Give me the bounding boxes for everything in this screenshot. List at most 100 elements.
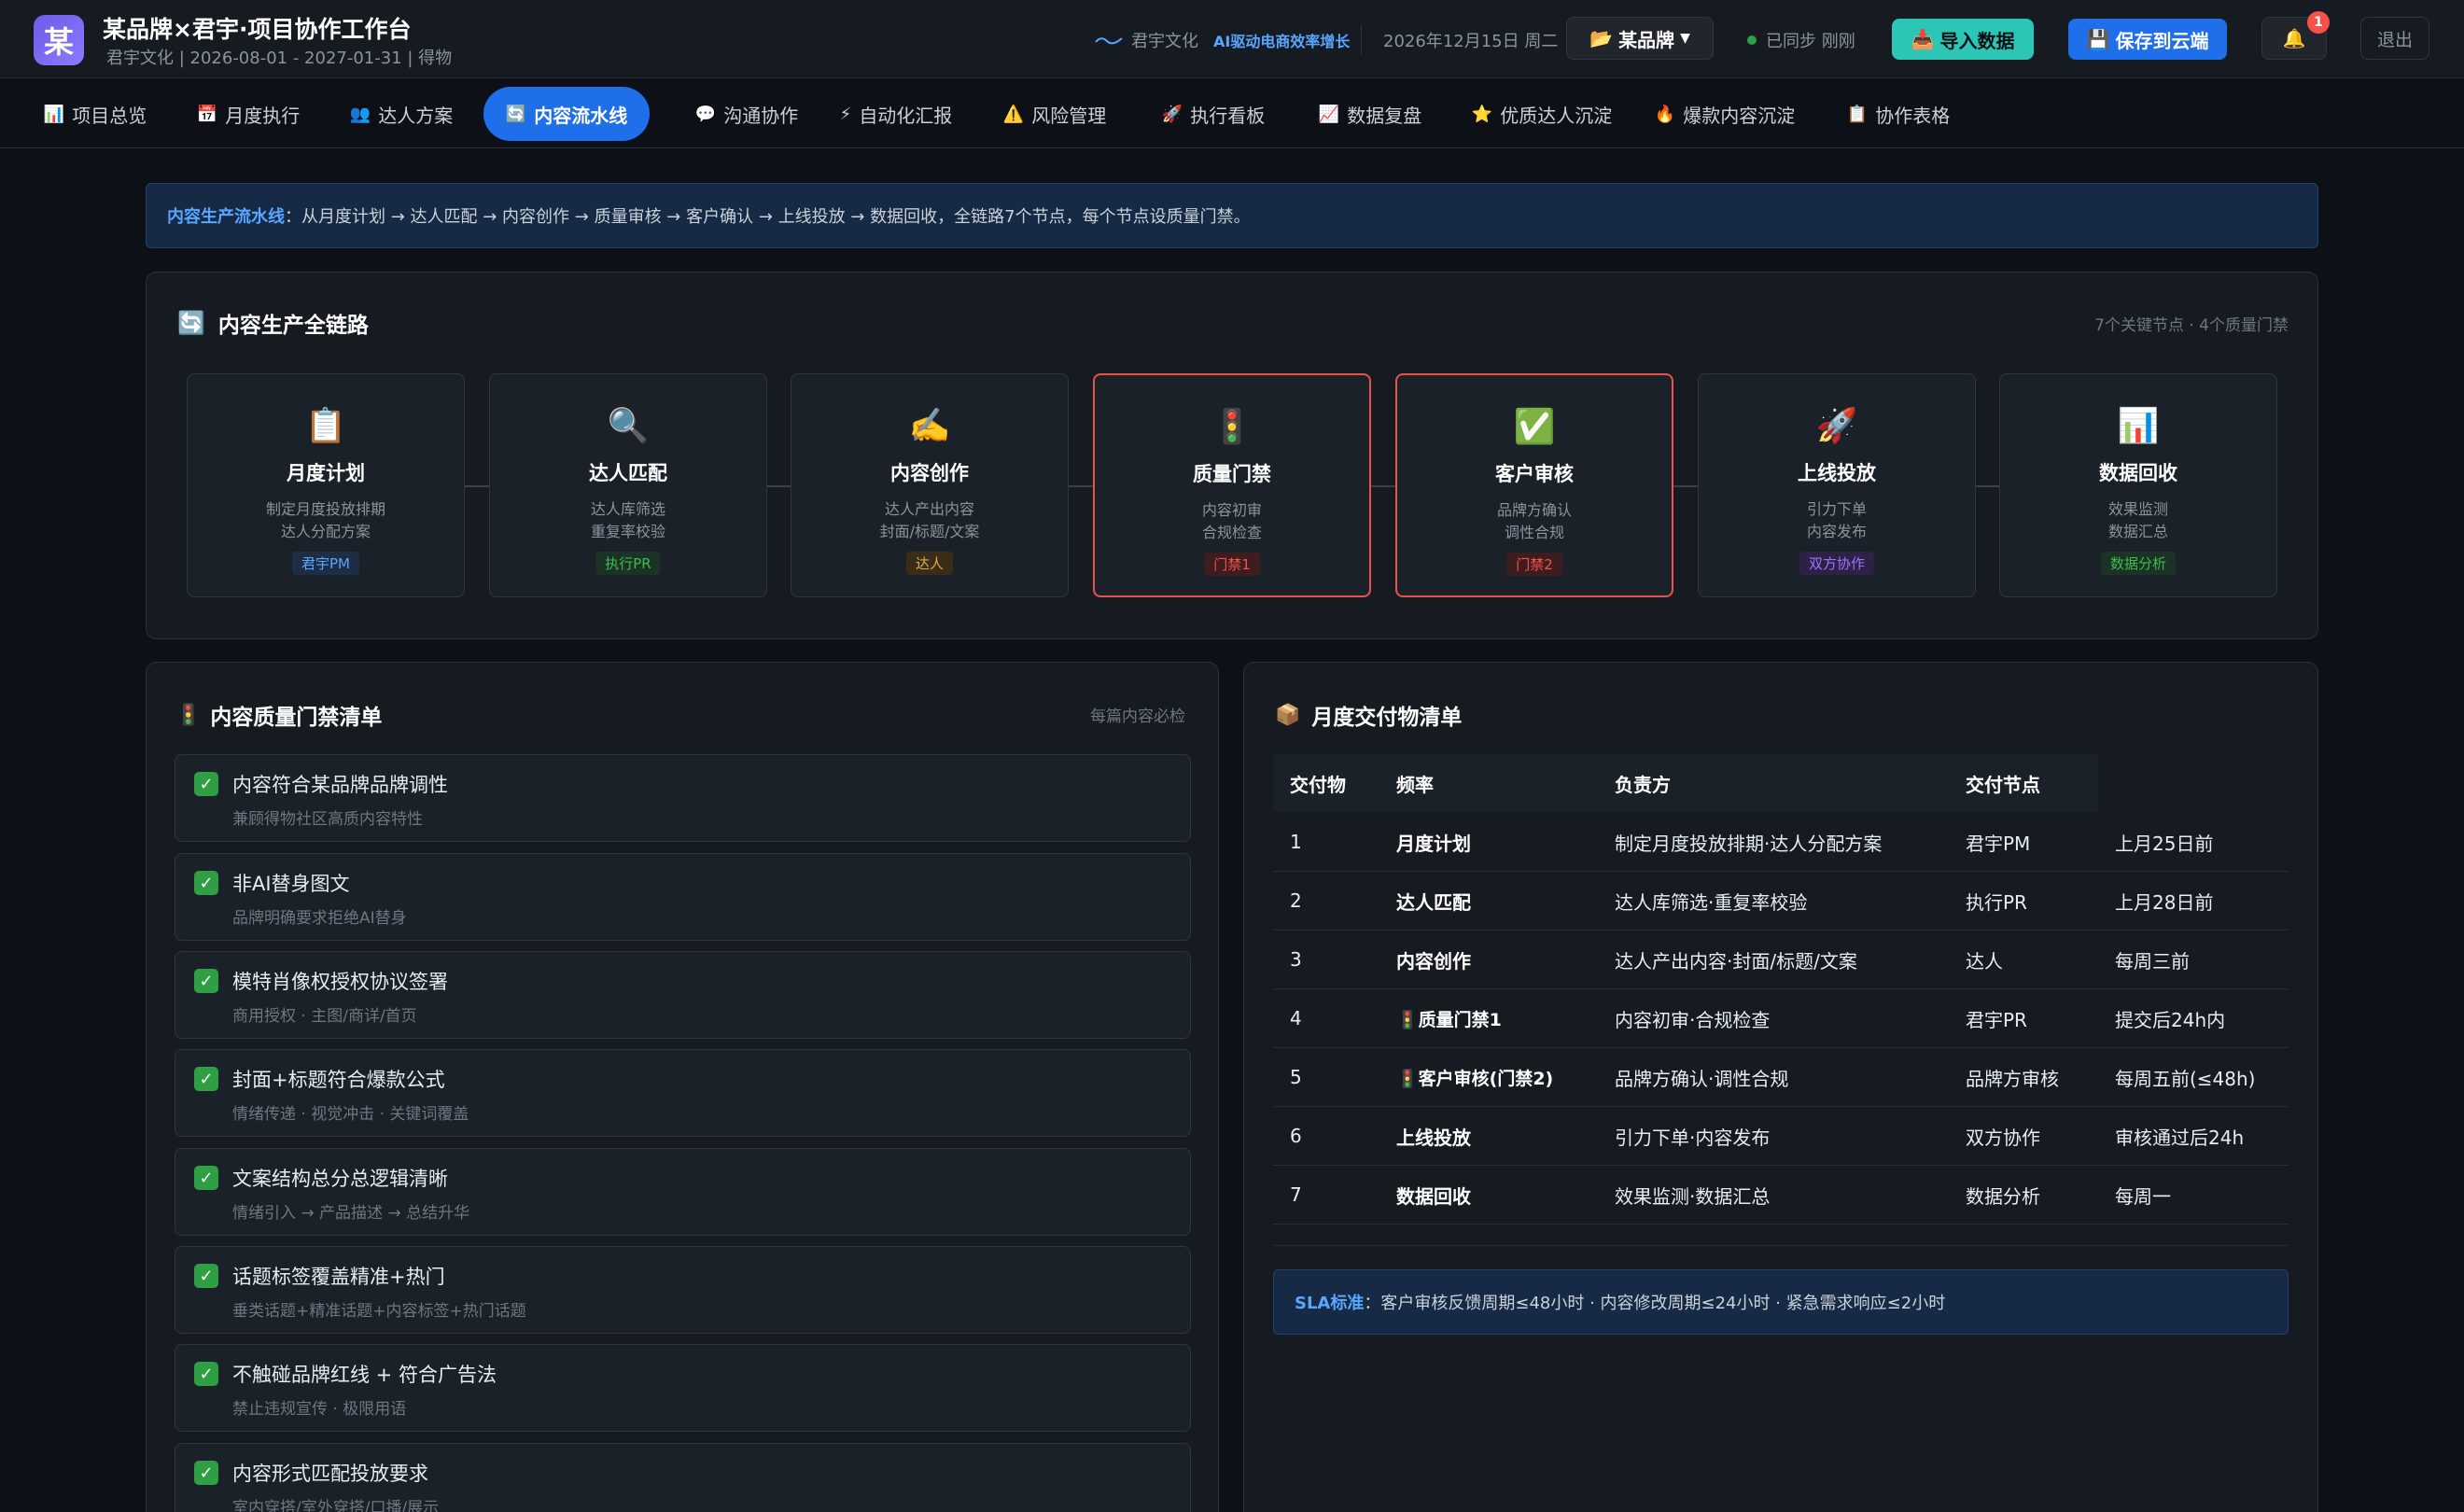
quality-title: 🚦 内容质量门禁清单 <box>175 699 382 731</box>
node-desc: 品牌方确认 <box>1496 501 1572 519</box>
node-desc: 调性合规 <box>1504 524 1564 541</box>
brand-select[interactable]: 📂 某品牌 ▼ <box>1566 17 1714 60</box>
node-desc: 封面/标题/文案 <box>879 523 980 540</box>
pipeline-node[interactable]: 📊 数据回收 效果监测 数据汇总 数据分析 <box>1999 373 2277 597</box>
save-cloud-button[interactable]: 💾 保存到云端 <box>2068 19 2227 60</box>
node-owner-tag: 双方协作 <box>1799 552 1875 575</box>
sla-lead: SLA标准 <box>1295 1294 1365 1313</box>
tab-top-influencers[interactable]: ⭐ 优质达人沉淀 <box>1460 87 1624 141</box>
checkbox-checked-icon[interactable]: ✓ <box>194 871 218 895</box>
cell-deadline: 每周三前 <box>2115 949 2190 973</box>
tab-label: 内容流水线 <box>534 104 628 127</box>
company-slogan: AI驱动电商效率增长 <box>1213 33 1351 50</box>
tab-collab-table[interactable]: 📋 协作表格 <box>1835 87 1962 141</box>
cell-owner: 双方协作 <box>1966 1126 2040 1149</box>
quality-title-text: 内容质量门禁清单 <box>210 706 383 730</box>
quality-item-sub: 情绪引入 → 产品描述 → 总结升华 <box>232 1204 470 1223</box>
tab-content-pipeline[interactable]: 🔄 内容流水线 <box>483 87 650 141</box>
pipeline-node[interactable]: 🔍 达人匹配 达人库筛选 重复率校验 执行PR <box>489 373 767 597</box>
cell-no: 7 <box>1290 1183 1302 1206</box>
cell-desc: 达人产出内容·封面/标题/文案 <box>1615 949 1857 973</box>
node-name: 上线投放 <box>1798 462 1876 484</box>
tab-label: 达人方案 <box>378 104 454 127</box>
cell-no: 1 <box>1290 831 1302 853</box>
trend-chart-icon: 📈 <box>1318 104 1340 124</box>
traffic-light-icon: 🚦 <box>175 703 202 727</box>
checkbox-checked-icon[interactable]: ✓ <box>194 1461 218 1485</box>
quality-item-sub: 室内穿搭/室外穿搭/口播/展示 <box>232 1499 440 1512</box>
cell-desc: 达人库筛选·重复率校验 <box>1615 890 1808 914</box>
tab-influencer-plan[interactable]: 👥 达人方案 <box>342 87 461 141</box>
notification-badge: 1 <box>2307 11 2330 34</box>
quality-item-sub: 商用授权 · 主图/商详/首页 <box>232 1007 417 1026</box>
tab-overview[interactable]: 📊 项目总览 <box>35 87 155 141</box>
cell-no: 6 <box>1290 1125 1302 1147</box>
traffic-light-icon: 🚦 <box>1211 408 1253 446</box>
bell-icon: 🔔 <box>2282 27 2306 49</box>
tab-communication[interactable]: 💬 沟通协作 <box>670 87 823 141</box>
quality-item-sub: 品牌明确要求拒绝AI替身 <box>232 909 407 928</box>
quality-item-sub: 禁止违规宣传 · 极限用语 <box>232 1400 407 1419</box>
package-icon: 📦 <box>1275 703 1301 727</box>
node-desc: 达人库筛选 <box>590 500 665 518</box>
quality-item-title: 话题标签覆盖精准+热门 <box>232 1266 445 1288</box>
tab-label: 执行看板 <box>1190 104 1266 127</box>
pipeline-node-gate[interactable]: 🚦 质量门禁 内容初审 合规检查 门禁1 <box>1093 373 1371 597</box>
clipboard-icon: 📋 <box>304 407 347 445</box>
pipeline-node[interactable]: ✍️ 内容创作 达人产出内容 封面/标题/文案 达人 <box>791 373 1069 597</box>
checkbox-checked-icon[interactable]: ✓ <box>194 1362 218 1386</box>
tab-auto-report[interactable]: ⚡ 自动化汇报 <box>825 87 967 141</box>
pipeline-connector <box>1069 485 1093 487</box>
logout-button[interactable]: 退出 <box>2360 17 2429 60</box>
chevron-down-icon: ▼ <box>1680 31 1690 46</box>
cell-name: 达人匹配 <box>1396 890 1471 914</box>
checkbox-checked-icon[interactable]: ✓ <box>194 969 218 993</box>
pipeline-node[interactable]: 📋 月度计划 制定月度投放排期 达人分配方案 君宇PM <box>187 373 465 597</box>
company-logo-icon <box>1095 37 1123 45</box>
tab-data-review[interactable]: 📈 数据复盘 <box>1305 87 1435 141</box>
quality-item-title: 非AI替身图文 <box>232 873 350 895</box>
tab-risk[interactable]: ⚠️ 风险管理 <box>989 87 1120 141</box>
pipeline-node-gate[interactable]: ✅ 客户审核 品牌方确认 调性合规 门禁2 <box>1395 373 1673 597</box>
quality-item-title: 封面+标题符合爆款公式 <box>232 1069 445 1091</box>
checkbox-checked-icon[interactable]: ✓ <box>194 1264 218 1288</box>
app-logo: 某 <box>34 15 84 65</box>
checkbox-checked-icon[interactable]: ✓ <box>194 1166 218 1190</box>
node-desc: 效果监测 <box>2107 500 2168 518</box>
tab-viral-content[interactable]: 🔥 爆款内容沉淀 <box>1648 87 1801 141</box>
checkbox-checked-icon[interactable]: ✓ <box>194 772 218 796</box>
tab-label: 爆款内容沉淀 <box>1683 104 1796 127</box>
import-button[interactable]: 📥 导入数据 <box>1892 19 2034 60</box>
table-header: 频率 <box>1379 754 1598 812</box>
node-desc: 达人产出内容 <box>884 500 974 518</box>
fire-icon: 🔥 <box>1654 104 1676 124</box>
chart-icon: 📊 <box>43 104 65 124</box>
quality-item-title: 模特肖像权授权协议签署 <box>232 971 448 993</box>
tab-kanban[interactable]: 🚀 执行看板 <box>1148 87 1279 141</box>
cell-deadline: 上月28日前 <box>2115 890 2214 914</box>
node-name: 质量门禁 <box>1193 463 1271 485</box>
upload-icon: 📥 <box>1911 28 1935 50</box>
lightning-icon: ⚡ <box>839 104 852 124</box>
quality-item-title: 内容形式匹配投放要求 <box>232 1463 428 1485</box>
table-row: 5 🚦客户审核(门禁2) 品牌方确认·调性合规 品牌方审核 每周五前(≤48h) <box>1273 1048 2289 1107</box>
table-header: 负责方 <box>1598 754 1949 812</box>
company-logo: 君宇文化 AI驱动电商效率增长 <box>1094 28 1350 52</box>
node-owner-tag: 君宇PM <box>292 552 359 575</box>
checkbox-checked-icon[interactable]: ✓ <box>194 1067 218 1091</box>
node-desc: 达人分配方案 <box>280 523 371 540</box>
quality-item: ✓ 内容符合某品牌品牌调性 兼顾得物社区高质内容特性 <box>175 754 1191 842</box>
sla-banner: SLA标准 ：客户审核反馈周期≤48小时 · 内容修改周期≤24小时 · 紧急需… <box>1273 1269 2289 1335</box>
tab-monthly[interactable]: 📅 月度执行 <box>189 87 308 141</box>
cell-no: 2 <box>1290 889 1302 912</box>
quality-item: ✓ 模特肖像权授权协议签署 商用授权 · 主图/商详/首页 <box>175 951 1191 1039</box>
pipeline-node[interactable]: 🚀 上线投放 引力下单 内容发布 双方协作 <box>1698 373 1976 597</box>
node-desc: 引力下单 <box>1806 500 1867 518</box>
app-title: 某品牌×君宇·项目协作工作台 <box>103 16 412 43</box>
node-desc: 重复率校验 <box>590 523 665 540</box>
quality-item: ✓ 不触碰品牌红线 + 符合广告法 禁止违规宣传 · 极限用语 <box>175 1344 1191 1432</box>
warning-icon: ⚠️ <box>1002 104 1025 124</box>
tab-label: 数据复盘 <box>1347 104 1422 127</box>
sync-dot-icon <box>1747 35 1757 45</box>
pipeline-title-text: 内容生产全链路 <box>217 314 369 338</box>
